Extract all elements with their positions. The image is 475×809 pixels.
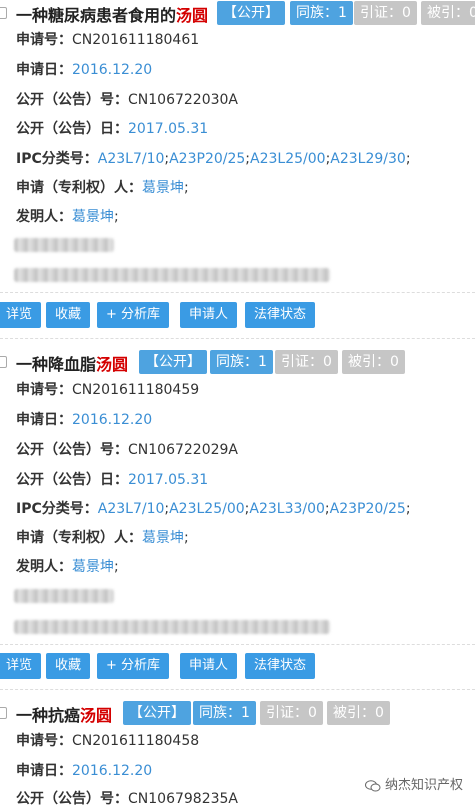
divider [0,292,475,293]
record-1-title[interactable]: 一种糖尿病患者食用的汤圆 [16,2,208,26]
ipc-link[interactable]: A23P20/25 [330,501,406,517]
record-1-app-no: 申请号：CN201611180461 [16,32,200,48]
ipc-link[interactable]: A23L29/30 [330,151,406,167]
applicant-button[interactable]: 申请人 [180,653,238,679]
record-2-title-row: 一种降血脂汤圆 【公开】 同族：1 引证：0 被引：0 [0,349,475,377]
record-1-app-date-link[interactable]: 2016.12.20 [72,62,152,78]
record-1-status-badge[interactable]: 【公开】 [217,1,285,25]
watermark: 纳杰知识产权 [364,774,463,793]
record-2-app-date-link[interactable]: 2016.12.20 [72,412,152,428]
divider [0,644,475,645]
record-2-inventor: 发明人：葛景坤; [16,559,119,575]
divider [0,338,475,339]
blurred-text [14,238,114,252]
record-2-pub-date-link[interactable]: 2017.05.31 [128,472,208,488]
ipc-link[interactable]: A23L33/00 [249,501,325,517]
preview-button[interactable]: 详览 [0,653,42,679]
record-3-status-badge[interactable]: 【公开】 [123,701,191,725]
applicant-button[interactable]: 申请人 [180,302,238,328]
record-1-pub-date-link[interactable]: 2017.05.31 [128,121,208,137]
record-3-app-date: 申请日：2016.12.20 [16,763,153,779]
record-1-cited-by-badge[interactable]: 被引：0 [421,1,475,25]
applicant-link[interactable]: 葛景坤 [142,530,184,546]
blurred-text [14,589,114,603]
inventor-link[interactable]: 葛景坤 [72,559,114,575]
record-2-family-badge[interactable]: 同族：1 [210,350,273,374]
blurred-text [14,620,330,634]
record-1-inventor: 发明人：葛景坤; [16,209,119,225]
record-3-app-date-link[interactable]: 2016.12.20 [72,763,152,779]
blurred-text [14,268,330,282]
record-1-family-badge[interactable]: 同族：1 [290,1,353,25]
record-1-pub-no: 公开（公告）号：CN106722030A [16,92,238,108]
record-3-cited-by-badge[interactable]: 被引：0 [327,701,390,725]
record-1-ipc: IPC分类号：A23L7/10;A23P20/25;A23L25/00;A23L… [16,151,411,167]
record-2-app-no: 申请号：CN201611180459 [16,382,200,398]
ipc-link[interactable]: A23L25/00 [250,151,326,167]
wechat-icon [364,779,381,791]
record-1-cited-badge[interactable]: 引证：0 [354,1,417,25]
ipc-link[interactable]: A23L25/00 [169,501,245,517]
ipc-link[interactable]: A23L7/10 [98,151,165,167]
record-3-title-row: 一种抗癌汤圆 【公开】 同族：1 引证：0 被引：0 [0,700,475,728]
record-2-pub-no: 公开（公告）号：CN106722029A [16,442,238,458]
record-1-checkbox[interactable] [0,7,7,19]
record-3-checkbox[interactable] [0,707,7,719]
preview-button[interactable]: 详览 [0,302,42,328]
record-2-pub-date: 公开（公告）日：2017.05.31 [16,472,209,488]
record-1-app-date: 申请日：2016.12.20 [16,62,153,78]
record-3-app-no: 申请号：CN201611180458 [16,733,200,749]
record-2-applicant: 申请（专利权）人：葛景坤; [16,530,189,546]
legal-status-button[interactable]: 法律状态 [245,653,316,679]
ipc-link[interactable]: A23P20/25 [169,151,245,167]
record-2-cited-by-badge[interactable]: 被引：0 [342,350,405,374]
record-1-applicant: 申请（专利权）人：葛景坤; [16,180,189,196]
applicant-link[interactable]: 葛景坤 [142,180,184,196]
inventor-link[interactable]: 葛景坤 [72,209,114,225]
record-1-title-row: 一种糖尿病患者食用的汤圆 【公开】 同族：1 引证：0 被引：0 [0,0,475,28]
record-2-title[interactable]: 一种降血脂汤圆 [16,351,128,375]
record-3-pub-no: 公开（公告）号：CN106798235A [16,791,238,807]
watermark-text: 纳杰知识产权 [384,778,463,793]
record-3-cited-badge[interactable]: 引证：0 [260,701,323,725]
record-2-app-date: 申请日：2016.12.20 [16,412,153,428]
divider [0,689,475,690]
record-2-ipc: IPC分类号：A23L7/10;A23L25/00;A23L33/00;A23P… [16,501,411,517]
record-3-family-badge[interactable]: 同族：1 [193,701,256,725]
favorite-button[interactable]: 收藏 [46,302,91,328]
ipc-link[interactable]: A23L7/10 [98,501,165,517]
favorite-button[interactable]: 收藏 [46,653,91,679]
record-3-title[interactable]: 一种抗癌汤圆 [16,702,112,726]
legal-status-button[interactable]: 法律状态 [245,302,316,328]
record-1-pub-date: 公开（公告）日：2017.05.31 [16,121,209,137]
record-2-cited-badge[interactable]: 引证：0 [275,350,338,374]
record-2-status-badge[interactable]: 【公开】 [139,350,207,374]
record-2-checkbox[interactable] [0,356,7,368]
add-to-library-button[interactable]: + 分析库 [97,302,170,328]
add-to-library-button[interactable]: + 分析库 [97,653,170,679]
